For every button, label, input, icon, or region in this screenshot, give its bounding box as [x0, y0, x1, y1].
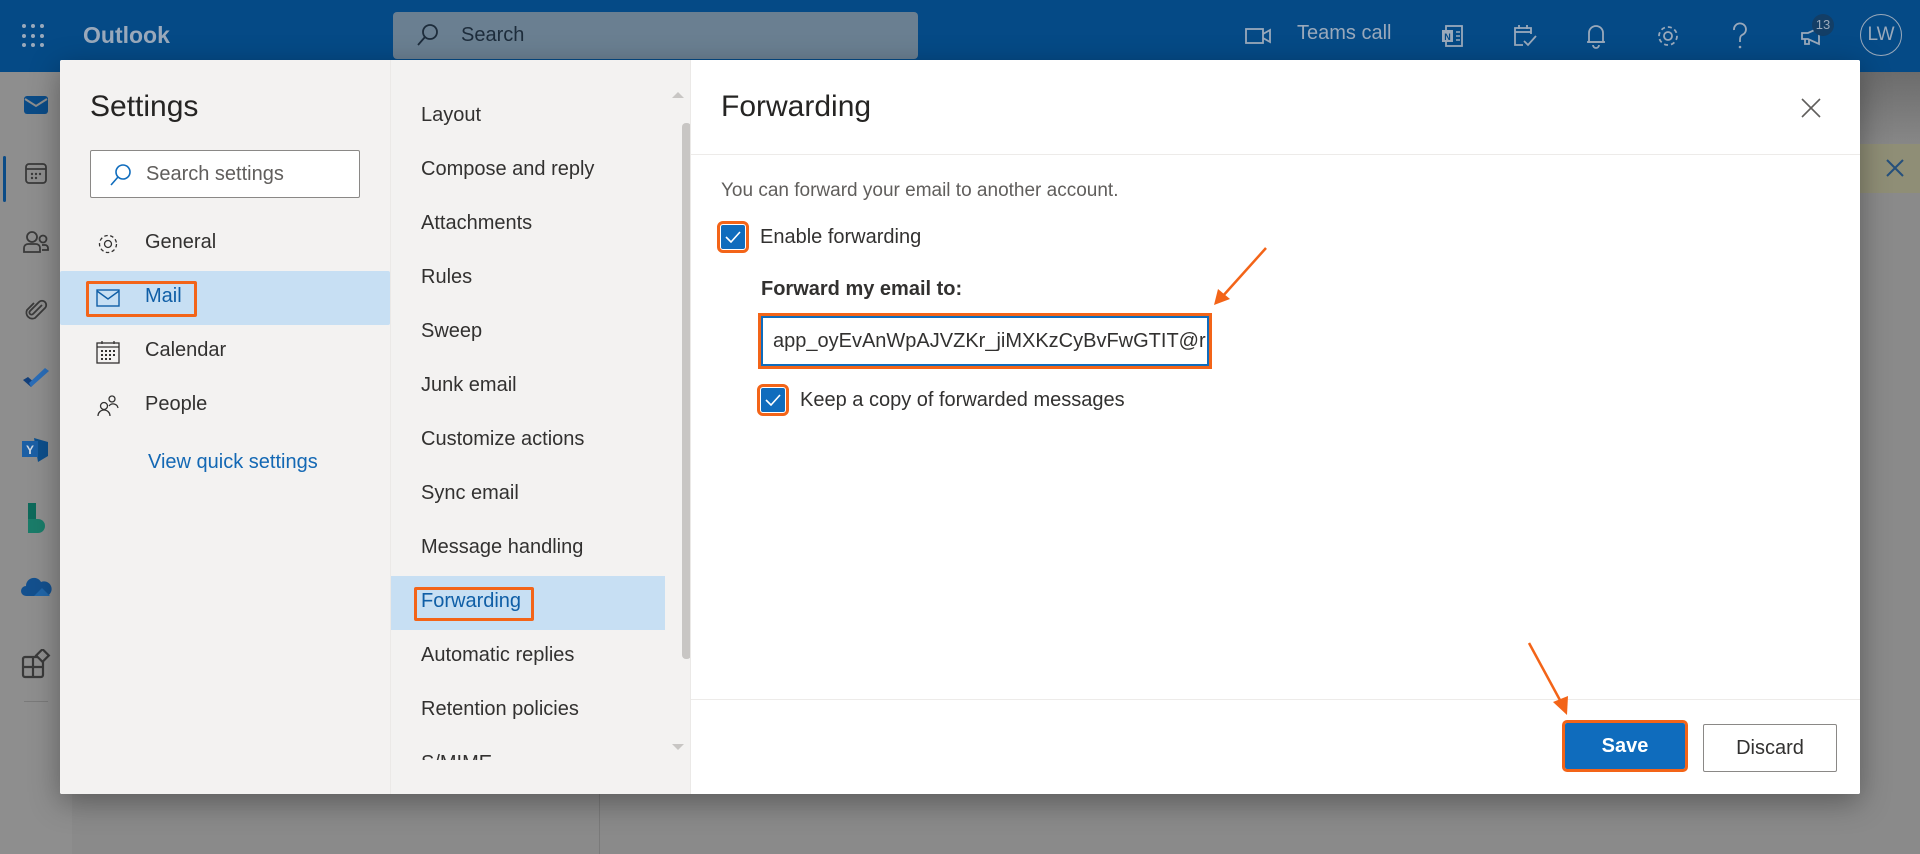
avatar[interactable]: LW: [1860, 14, 1902, 56]
category-label: Mail: [145, 285, 182, 307]
calendar-icon: [95, 340, 121, 364]
subsection-retention-policies[interactable]: Retention policies: [391, 684, 665, 738]
category-label: Calendar: [145, 339, 227, 361]
subsection-label: Sweep: [421, 320, 483, 342]
close-icon: [1801, 98, 1821, 118]
forward-to-label: Forward my email to:: [761, 278, 963, 300]
background-banner: [1860, 144, 1920, 193]
rail-apps-icon[interactable]: [18, 646, 54, 682]
app-name[interactable]: Outlook: [83, 22, 170, 49]
subsection-rules[interactable]: Rules: [391, 252, 665, 306]
subsection-label: Junk email: [421, 374, 517, 396]
view-quick-settings-link[interactable]: View quick settings: [148, 451, 318, 474]
people-icon: [95, 394, 121, 418]
gear-icon[interactable]: [1650, 18, 1686, 54]
subsection-customize-actions[interactable]: Customize actions: [391, 414, 665, 468]
header-divider: [691, 154, 1860, 155]
rail-todo-icon[interactable]: [18, 361, 54, 397]
category-mail[interactable]: Mail: [60, 271, 390, 325]
rail-attachment-icon[interactable]: [18, 292, 54, 328]
keep-copy-label: Keep a copy of forwarded messages: [800, 388, 1125, 411]
keep-copy-row: Keep a copy of forwarded messages: [757, 384, 1125, 416]
settings-search-placeholder: Search settings: [146, 163, 284, 185]
settings-categories-pane: Settings Search settings General Mail Ca…: [60, 60, 390, 794]
subsection-label: Sync email: [421, 482, 519, 504]
settings-search-input[interactable]: Search settings: [90, 150, 360, 198]
keep-copy-checkbox[interactable]: [757, 384, 789, 416]
footer-divider: [691, 699, 1860, 700]
rail-onedrive-icon[interactable]: [18, 569, 54, 605]
bell-icon[interactable]: [1578, 18, 1614, 54]
subsection-attachments[interactable]: Attachments: [391, 198, 665, 252]
scroll-down-arrow[interactable]: [672, 744, 684, 750]
search-icon: [109, 163, 133, 192]
subsection-label: Message handling: [421, 536, 584, 558]
discard-button[interactable]: Discard: [1703, 724, 1837, 772]
enable-forwarding-checkbox[interactable]: [717, 221, 749, 253]
onenote-icon[interactable]: N: [1434, 18, 1470, 54]
rail-calendar-icon[interactable]: [18, 155, 54, 191]
forwarding-description: You can forward your email to another ac…: [721, 180, 1119, 201]
category-label: General: [145, 231, 217, 253]
my-day-icon[interactable]: [1506, 18, 1542, 54]
svg-text:Y: Y: [26, 443, 34, 457]
forward-to-email-input[interactable]: app_oyEvAnWpAJVZKr_jiMXKzCyBvFwGTIT@r: [758, 313, 1212, 369]
subsection-automatic-replies[interactable]: Automatic replies: [391, 630, 665, 684]
panel-title: Forwarding: [721, 90, 872, 123]
app-launcher-icon[interactable]: [22, 24, 48, 48]
settings-title: Settings: [90, 90, 199, 123]
subsection-label: S/MIME: [421, 752, 492, 760]
search-box[interactable]: Search: [393, 12, 918, 59]
category-calendar[interactable]: Calendar: [60, 325, 390, 379]
subsection-sweep[interactable]: Sweep: [391, 306, 665, 360]
scroll-up-arrow[interactable]: [672, 92, 684, 98]
category-general[interactable]: General: [60, 217, 390, 271]
notification-badge: 13: [1812, 14, 1834, 36]
subsection-layout[interactable]: Layout: [391, 90, 665, 144]
subsection-sync-email[interactable]: Sync email: [391, 468, 665, 522]
subsection-junk-email[interactable]: Junk email: [391, 360, 665, 414]
subsection-label: Retention policies: [421, 698, 579, 720]
help-icon[interactable]: [1722, 18, 1758, 54]
svg-text:N: N: [1444, 32, 1451, 42]
subsection-label: Attachments: [421, 212, 533, 234]
checkmark-icon: [765, 394, 781, 406]
forwarding-pane: Forwarding You can forward your email to…: [690, 60, 1860, 794]
subsection-label: Customize actions: [421, 428, 585, 450]
rail-mail-icon[interactable]: [18, 87, 54, 123]
subsection-label: Rules: [421, 266, 473, 288]
rail-separator: [24, 701, 48, 702]
rail-bookings-icon[interactable]: [18, 500, 54, 536]
category-label: People: [145, 393, 208, 415]
subsection-label: Compose and reply: [421, 158, 595, 180]
subsection-label: Automatic replies: [421, 644, 575, 666]
category-people[interactable]: People: [60, 379, 390, 433]
video-call-icon[interactable]: [1240, 18, 1276, 54]
mail-icon: [95, 286, 121, 310]
rail-yammer-icon[interactable]: Y: [18, 431, 54, 467]
rail-active-indicator: [3, 156, 6, 202]
search-icon: [415, 22, 441, 53]
gear-icon: [95, 232, 121, 256]
rail-people-icon[interactable]: [18, 224, 54, 260]
subsection-smime[interactable]: S/MIME: [391, 738, 665, 760]
enable-forwarding-row: Enable forwarding: [717, 221, 922, 253]
subsection-label: Layout: [421, 104, 482, 126]
subsection-forwarding[interactable]: Forwarding: [391, 576, 665, 630]
save-button[interactable]: Save: [1562, 720, 1688, 772]
search-placeholder: Search: [461, 24, 525, 46]
close-button[interactable]: [1796, 93, 1826, 123]
enable-forwarding-label: Enable forwarding: [760, 225, 922, 248]
subsection-message-handling[interactable]: Message handling: [391, 522, 665, 576]
subsection-label: Forwarding: [421, 590, 522, 612]
mail-subsections-pane: Layout Compose and reply Attachments Rul…: [390, 60, 691, 794]
banner-close-icon[interactable]: [1885, 158, 1905, 183]
subsection-compose-and-reply[interactable]: Compose and reply: [391, 144, 665, 198]
teams-call-button[interactable]: Teams call: [1297, 22, 1391, 45]
settings-dialog: Settings Search settings General Mail Ca…: [60, 60, 1860, 794]
checkmark-icon: [725, 231, 741, 243]
